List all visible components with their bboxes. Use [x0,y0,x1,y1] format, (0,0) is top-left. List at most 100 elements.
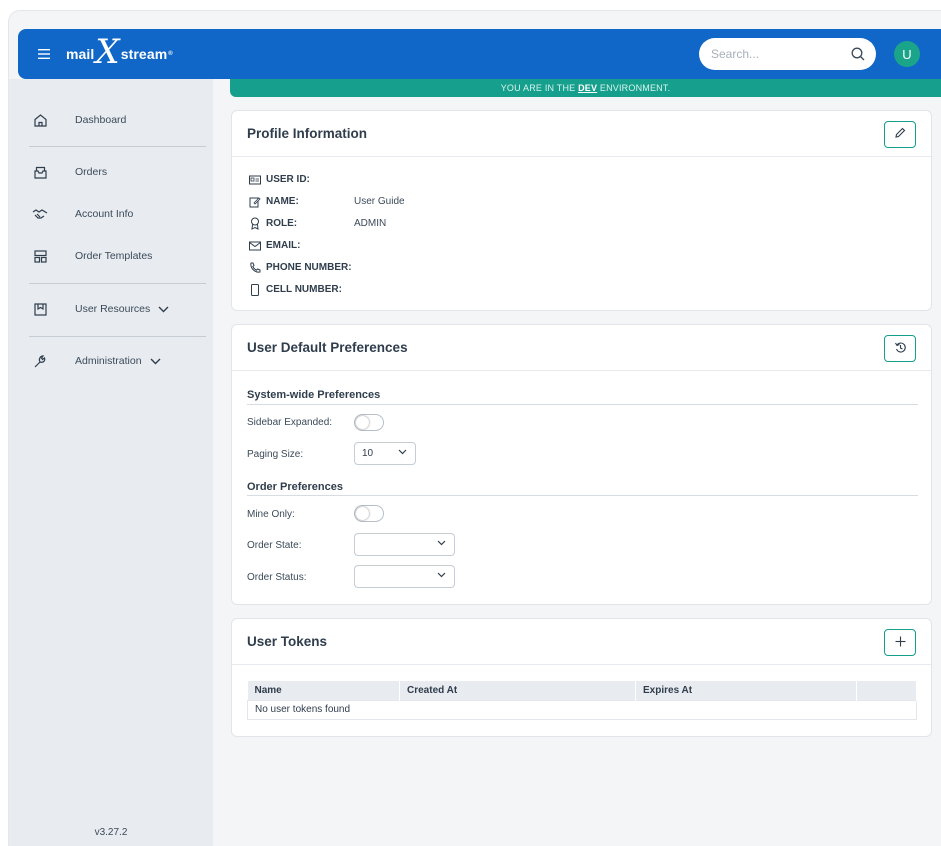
order-state-select[interactable] [354,533,455,556]
tokens-card: User Tokens Name Created At Expires At N… [231,618,932,737]
edit-note-icon [248,195,261,208]
chevron-down-icon [398,449,407,455]
chevron-down-icon [158,306,169,313]
sidebar-item-administration[interactable]: Administration [31,352,161,370]
sidebar-item-order-templates[interactable]: Order Templates [31,247,152,265]
plus-icon [895,635,906,650]
sidebar: Dashboard Orders Account Info Order Temp… [9,79,213,846]
templates-icon [31,247,49,265]
add-token-button[interactable] [884,629,916,656]
env-name: DEV [578,83,598,93]
profile-row-email: EMAIL: [248,239,354,252]
profile-row-phone: PHONE NUMBER: [248,261,354,274]
sidebar-divider [29,283,206,284]
preferences-card: User Default Preferences System-wide Pre… [231,324,932,605]
search-placeholder: Search... [711,47,760,61]
sidebar-item-label: User Resources [75,303,151,315]
table-row: No user tokens found [247,699,917,720]
search-input[interactable]: Search... [699,38,876,70]
preferences-card-header: User Default Preferences [232,325,931,371]
id-card-icon [248,173,261,186]
bookmark-box-icon [31,300,49,318]
pencil-icon [894,127,906,142]
mine-only-label: Mine Only: [247,509,295,520]
home-icon [31,111,49,129]
tokens-card-header: User Tokens [232,619,931,665]
column-header-expires-at[interactable]: Expires At [635,681,857,700]
phone-icon [248,261,261,274]
chevron-down-icon [437,572,446,578]
column-header-created-at[interactable]: Created At [399,681,636,700]
history-icon [894,341,907,357]
table-header-row: Name Created At Expires At [247,681,917,700]
sidebar-item-label: Orders [75,166,108,178]
logo-text-right: stream [120,46,168,62]
field-label: NAME: [266,196,299,207]
section-title-order: Order Preferences [247,481,343,493]
logo-trademark: ® [168,51,173,57]
profile-row-name: NAME: User Guide [248,195,405,208]
profile-row-user-id: USER ID: [248,173,354,186]
chevron-down-icon [437,540,446,546]
mine-only-toggle[interactable] [354,505,384,522]
env-suffix: ENVIRONMENT. [597,83,671,93]
sidebar-expanded-label: Sidebar Expanded: [247,417,333,428]
profile-row-cell: CELL NUMBER: [248,283,354,296]
field-label: CELL NUMBER: [266,284,342,295]
hamburger-icon[interactable] [38,47,56,62]
field-value: User Guide [354,196,405,207]
user-avatar[interactable]: U [894,41,920,67]
wrench-icon [31,352,49,370]
column-header-actions [856,681,917,700]
sidebar-item-label: Administration [75,355,142,367]
mailxstream-logo[interactable]: mail X stream ® [66,35,173,69]
sidebar-item-user-resources[interactable]: User Resources [31,300,169,318]
card-title: User Tokens [247,634,328,649]
top-header: mail X stream ® Search... U [18,29,941,79]
envelope-icon [248,239,261,252]
profile-row-role: ROLE: ADMIN [248,217,386,230]
order-state-label: Order State: [247,540,302,551]
profile-card-header: Profile Information [232,111,931,157]
sidebar-divider [29,336,206,337]
card-title: Profile Information [247,126,368,141]
profile-card: Profile Information USER ID: NAME: User … [231,110,932,311]
sidebar-item-label: Account Info [75,208,134,220]
mobile-icon [248,283,261,296]
paging-size-label: Paging Size: [247,449,304,460]
orders-tray-icon [31,163,49,181]
field-label: USER ID: [266,174,310,185]
sidebar-item-dashboard[interactable]: Dashboard [31,111,126,129]
sidebar-item-label: Dashboard [75,114,127,126]
field-label: PHONE NUMBER: [266,262,352,273]
paging-size-value: 10 [362,448,374,459]
field-value: ADMIN [354,218,387,229]
handshake-icon [31,205,49,223]
tokens-table: Name Created At Expires At No user token… [247,681,917,720]
empty-table-message: No user tokens found [247,699,917,720]
paging-size-select[interactable]: 10 [354,442,416,465]
sidebar-expanded-toggle[interactable] [354,414,384,431]
env-prefix: YOU ARE IN THE [500,83,579,93]
section-divider [247,404,918,405]
reset-preferences-button[interactable] [884,335,916,362]
logo-x: X [95,32,120,72]
chevron-down-icon [150,358,161,365]
edit-profile-button[interactable] [884,121,916,148]
section-divider [247,495,918,496]
card-title: User Default Preferences [247,340,408,355]
field-label: EMAIL: [266,240,301,251]
sidebar-item-orders[interactable]: Orders [31,163,107,181]
app-version: v3.27.2 [94,827,128,838]
order-status-select[interactable] [354,565,455,588]
environment-banner: YOU ARE IN THE DEV ENVIRONMENT. [230,79,941,97]
sidebar-item-account-info[interactable]: Account Info [31,205,133,223]
sidebar-item-label: Order Templates [75,250,153,262]
award-icon [248,217,261,230]
column-header-name[interactable]: Name [247,681,400,700]
search-icon[interactable] [848,44,868,64]
section-title-system: System-wide Preferences [247,389,381,401]
sidebar-divider [29,146,206,147]
field-label: ROLE: [266,218,298,229]
order-status-label: Order Status: [247,572,307,583]
